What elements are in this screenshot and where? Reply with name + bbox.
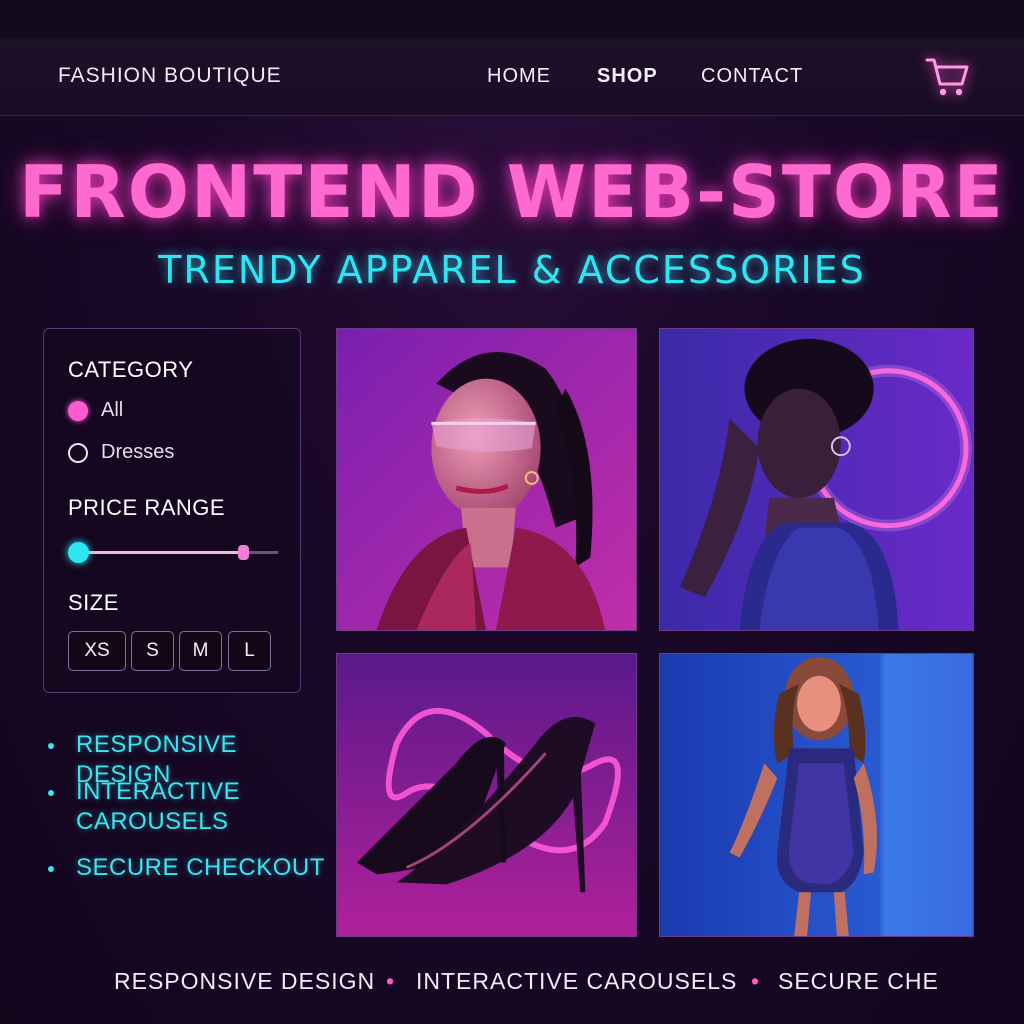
bullet-icon: [48, 790, 54, 796]
navbar: FASHION BOUTIQUE HOME SHOP CONTACT: [0, 38, 1024, 116]
filter-panel: CATEGORY All Dresses PRICE RANGE SIZE XS…: [43, 328, 301, 693]
bullet-icon: [48, 866, 54, 872]
radio-selected-icon[interactable]: [68, 401, 88, 421]
product-image-sunglasses-jacket[interactable]: [336, 328, 637, 631]
footer-feature-strip: RESPONSIVE DESIGN • INTERACTIVE CAROUSEL…: [0, 966, 1024, 1000]
nav-shop[interactable]: SHOP: [597, 65, 658, 88]
radio-unselected-icon[interactable]: [68, 443, 88, 463]
product-image-high-heels[interactable]: [336, 653, 637, 937]
category-option-label: All: [101, 399, 124, 421]
shopping-cart-icon[interactable]: [924, 54, 972, 100]
nav-home[interactable]: HOME: [487, 65, 551, 88]
size-button-s[interactable]: S: [131, 631, 174, 671]
bullet-icon: [48, 743, 54, 749]
nav-contact[interactable]: CONTACT: [701, 65, 803, 88]
hero-title: FRONTEND WEB-STORE: [19, 150, 1005, 234]
separator-dot-icon: •: [386, 968, 396, 994]
footer-item: RESPONSIVE DESIGN: [114, 968, 376, 994]
hero-subtitle: TRENDY APPAREL & ACCESSORIES: [158, 248, 866, 292]
feature-text: INTERACTIVE CAROUSELS: [76, 778, 241, 835]
size-button-l[interactable]: L: [228, 631, 271, 671]
product-image-sequin-dress-ring[interactable]: [659, 328, 974, 631]
price-min-handle[interactable]: [68, 542, 89, 563]
size-button-xs[interactable]: XS: [68, 631, 126, 671]
footer-item: INTERACTIVE CAROUSELS: [416, 968, 738, 994]
brand-logo[interactable]: FASHION BOUTIQUE: [58, 64, 282, 88]
category-heading: CATEGORY: [68, 357, 194, 382]
category-option-label: Dresses: [101, 441, 175, 463]
feature-text: SECURE CHECKOUT: [76, 854, 325, 881]
price-max-handle[interactable]: [238, 545, 249, 560]
footer-item: SECURE CHE: [778, 968, 939, 994]
top-strip: [0, 0, 1024, 38]
price-range-heading: PRICE RANGE: [68, 495, 226, 520]
separator-dot-icon: •: [751, 968, 761, 994]
size-heading: SIZE: [68, 590, 119, 615]
product-image-sparkly-dress[interactable]: [659, 653, 974, 937]
size-button-m[interactable]: M: [179, 631, 222, 671]
